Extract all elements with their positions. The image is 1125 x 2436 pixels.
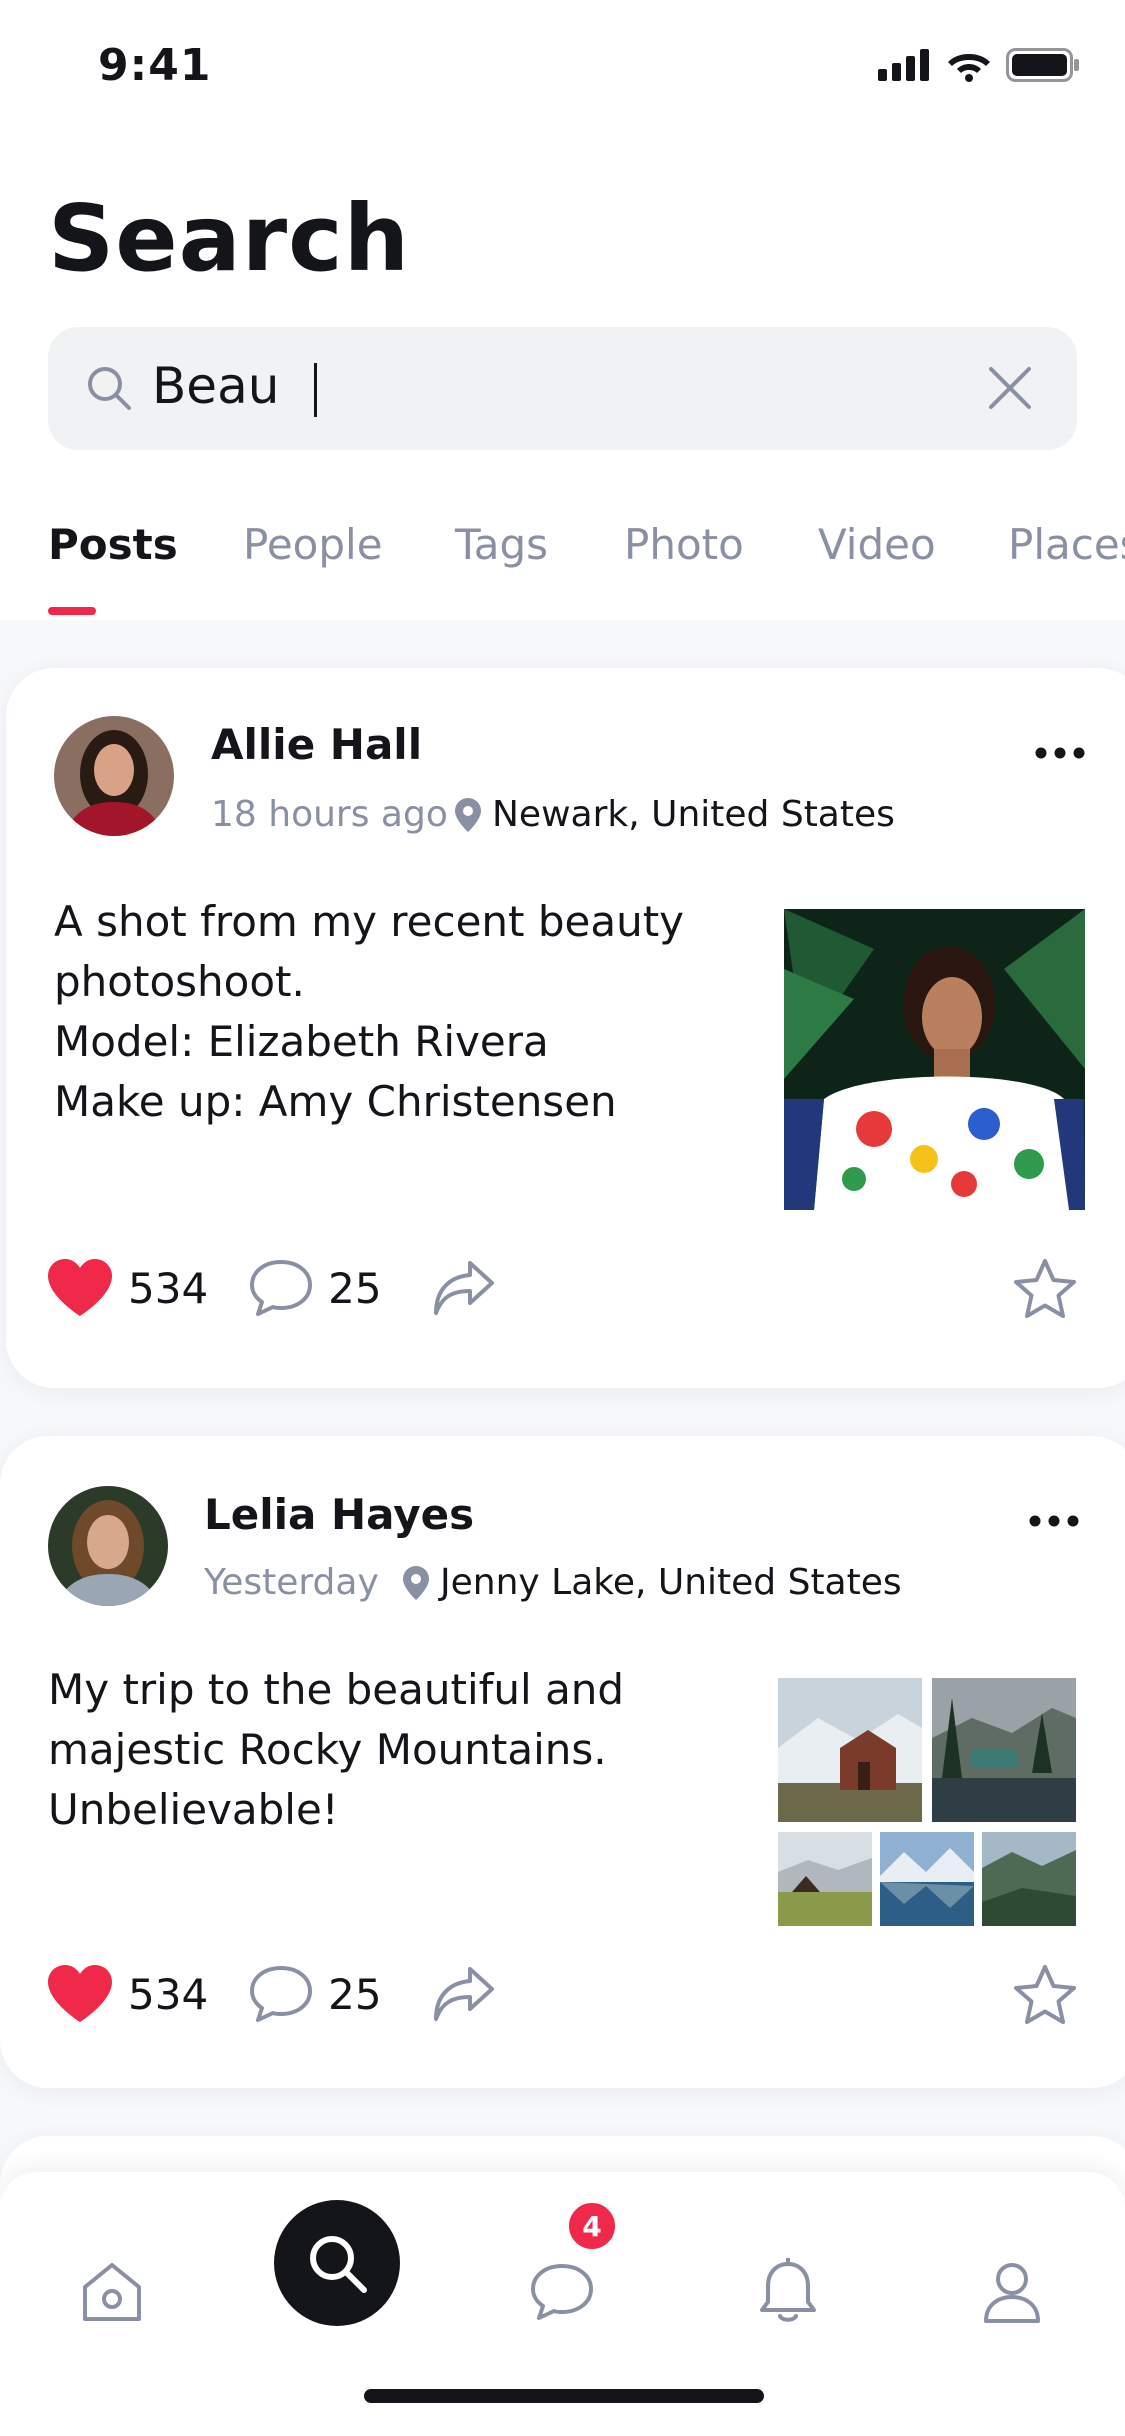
text-caret	[314, 363, 317, 417]
star-icon[interactable]	[1012, 1258, 1078, 1322]
status-icons	[878, 48, 1080, 82]
avatar[interactable]	[48, 1486, 168, 1606]
bell-icon	[760, 2258, 816, 2322]
post-text-line: majestic Rocky Mountains.	[48, 1725, 607, 1774]
tab-notifications[interactable]	[728, 2232, 848, 2352]
like-count: 534	[128, 1969, 209, 2019]
heart-icon	[48, 1965, 112, 2022]
post-time: Yesterday	[204, 1562, 379, 1603]
post-card[interactable]: Lelia Hayes Yesterday Jenny Lake, United…	[0, 1436, 1125, 2088]
star-icon[interactable]	[1012, 1964, 1078, 2028]
tab-video[interactable]: Video	[818, 520, 936, 569]
signal-icon	[878, 49, 929, 81]
search-tabs: Posts People Tags Photo Video Places	[0, 520, 1125, 620]
post-location[interactable]: Newark, United States	[454, 794, 895, 835]
wifi-icon	[948, 54, 990, 82]
post-photo[interactable]	[982, 1832, 1076, 1926]
messages-badge: 4	[566, 2200, 618, 2252]
tab-people[interactable]: People	[243, 520, 383, 569]
like-button[interactable]: 534	[46, 1964, 208, 2024]
share-icon[interactable]	[432, 1259, 496, 1317]
search-box[interactable]: Beau	[48, 327, 1077, 450]
like-count: 534	[128, 1263, 209, 1313]
post-photo[interactable]	[778, 1832, 872, 1926]
post-text-line: My trip to the beautiful and	[48, 1665, 625, 1714]
close-icon[interactable]	[987, 365, 1033, 411]
location-pin-icon	[403, 1565, 429, 1600]
tab-search[interactable]	[274, 2200, 400, 2326]
post-photo[interactable]	[880, 1832, 974, 1926]
more-options-icon[interactable]	[1028, 1514, 1080, 1528]
tab-home[interactable]	[52, 2232, 172, 2352]
profile-icon	[984, 2263, 1040, 2323]
post-text: A shot from my recent beauty photoshoot.…	[54, 892, 684, 1132]
search-input[interactable]: Beau	[152, 357, 279, 415]
post-photo[interactable]	[778, 1678, 922, 1822]
location-pin-icon	[455, 797, 481, 832]
search-icon	[88, 367, 131, 410]
post-text: My trip to the beautiful and majestic Ro…	[48, 1660, 624, 1840]
comment-count: 25	[328, 1263, 382, 1313]
chat-icon	[531, 2264, 593, 2320]
location-label: Newark, United States	[492, 794, 895, 835]
page-title: Search	[48, 185, 411, 292]
active-tab-indicator	[48, 607, 96, 615]
location-label: Jenny Lake, United States	[440, 1562, 902, 1603]
comment-button[interactable]: 25	[248, 1964, 382, 2024]
like-button[interactable]: 534	[46, 1258, 208, 1318]
post-photo[interactable]	[784, 909, 1085, 1210]
home-icon	[83, 2263, 141, 2321]
avatar[interactable]	[54, 716, 174, 836]
post-actions: 534 25	[46, 1964, 496, 2024]
tab-photo[interactable]: Photo	[624, 520, 744, 569]
post-photo[interactable]	[932, 1678, 1076, 1822]
tab-messages[interactable]	[502, 2232, 622, 2352]
post-actions: 534 25	[46, 1258, 496, 1318]
status-time: 9:41	[98, 40, 212, 91]
post-author[interactable]: Allie Hall	[211, 720, 422, 769]
post-time: 18 hours ago	[211, 794, 448, 835]
tab-posts[interactable]: Posts	[48, 520, 178, 569]
home-indicator	[364, 2389, 764, 2403]
comment-icon	[250, 1260, 313, 1316]
tab-tags[interactable]: Tags	[455, 520, 548, 569]
post-author[interactable]: Lelia Hayes	[204, 1490, 474, 1539]
comment-icon	[250, 1966, 313, 2022]
comment-button[interactable]: 25	[248, 1258, 382, 1318]
more-options-icon[interactable]	[1034, 746, 1086, 760]
post-card[interactable]: Allie Hall 18 hours ago Newark, United S…	[6, 668, 1125, 1388]
post-text-line: Model: Elizabeth Rivera	[54, 1017, 549, 1066]
status-bar: 9:41	[0, 0, 1125, 135]
post-text-line: Make up: Amy Christensen	[54, 1077, 617, 1126]
heart-icon	[48, 1259, 112, 1316]
post-text-line: Unbelievable!	[48, 1785, 339, 1834]
share-icon[interactable]	[432, 1965, 496, 2023]
search-icon	[310, 2236, 367, 2293]
post-text-line: photoshoot.	[54, 957, 305, 1006]
tab-profile[interactable]	[952, 2232, 1072, 2352]
post-text-line: A shot from my recent beauty	[54, 897, 685, 946]
tab-places[interactable]: Places	[1008, 520, 1125, 569]
comment-count: 25	[328, 1969, 382, 2019]
battery-icon	[1006, 48, 1079, 82]
post-location[interactable]: Jenny Lake, United States	[402, 1562, 902, 1603]
